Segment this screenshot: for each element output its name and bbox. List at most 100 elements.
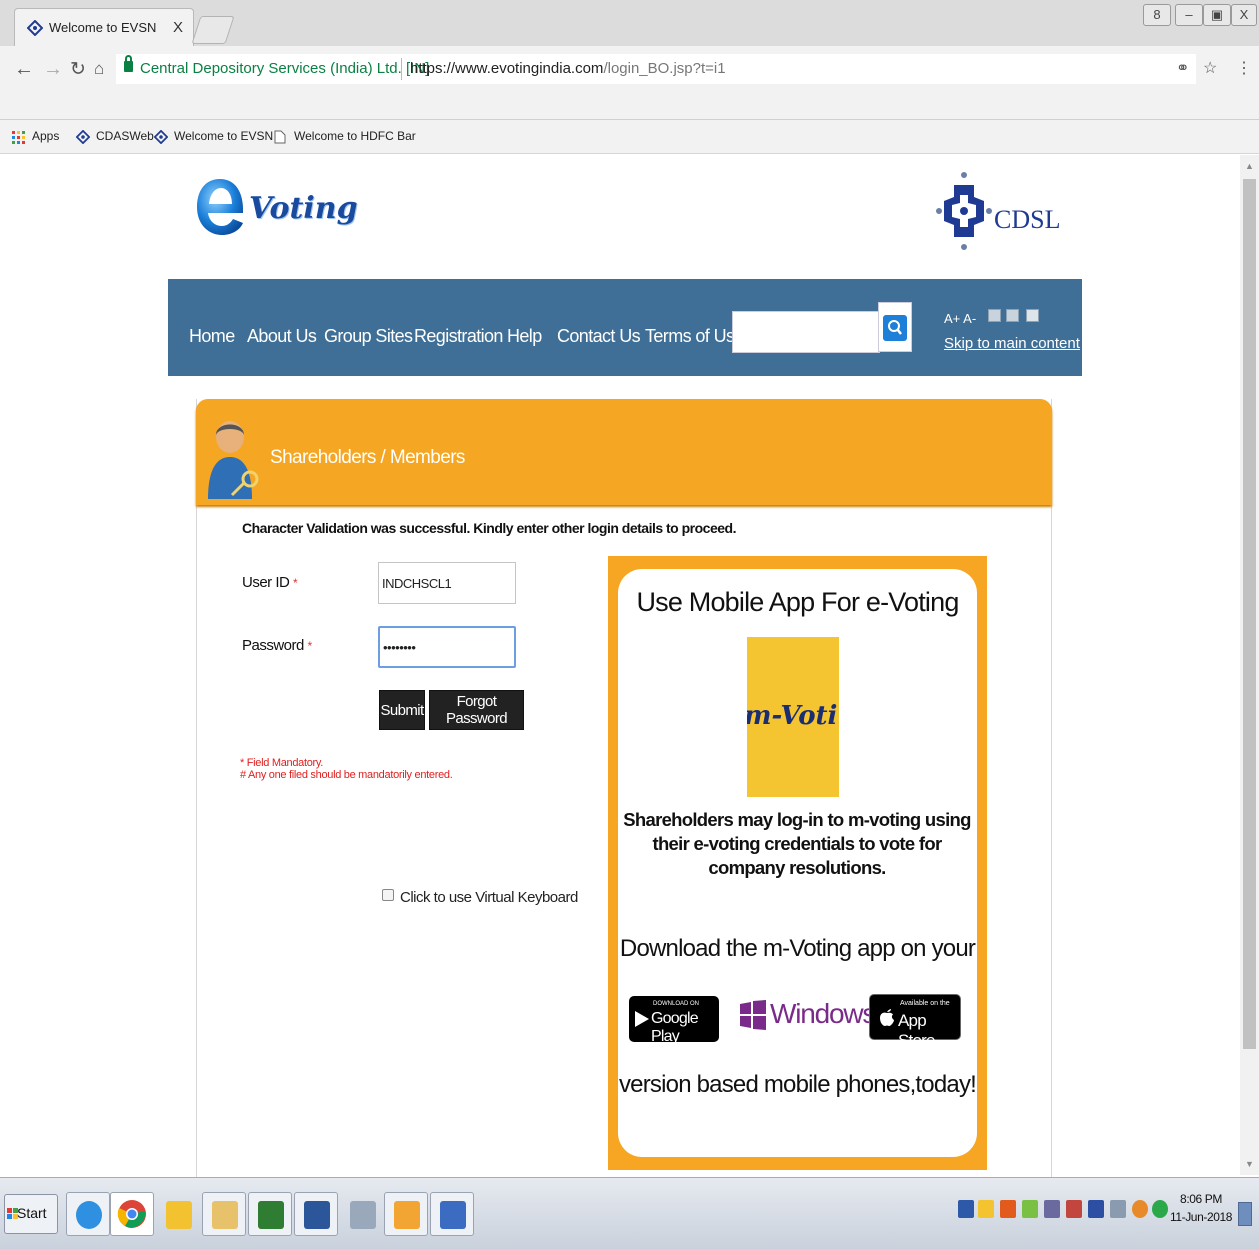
taskbar-remote-desktop-icon[interactable] <box>430 1192 474 1236</box>
taskbar-word-icon[interactable] <box>294 1192 338 1236</box>
reload-icon[interactable]: ↻ <box>70 58 86 81</box>
evoting-logo-text: Voting <box>249 191 358 226</box>
clock-date: 11-Jun-2018 <box>1169 1210 1233 1224</box>
cdsl-logo-text: CDSL <box>994 205 1061 234</box>
taskbar-excel-icon[interactable] <box>248 1192 292 1236</box>
taskbar-explorer-icon[interactable] <box>202 1192 246 1236</box>
bookmark-star-icon[interactable]: ☆ <box>1203 58 1217 78</box>
tray-sync-icon[interactable] <box>1044 1200 1060 1218</box>
bookmark-welcome-evsn[interactable]: Welcome to EVSN <box>174 129 273 143</box>
nav-registration[interactable]: Registration <box>414 326 503 347</box>
menu-dots-icon[interactable]: ⋮ <box>1236 58 1252 78</box>
google-play-badge[interactable]: DOWNLOAD ON Google Play <box>629 996 719 1045</box>
taskbar-app-icon[interactable] <box>156 1192 200 1236</box>
forward-arrow-icon[interactable]: → <box>43 58 63 81</box>
tray-network-icon[interactable] <box>1022 1200 1038 1218</box>
mvoting-logo-text: m-Voting <box>747 701 839 731</box>
browser-tab[interactable]: Welcome to EVSN X <box>14 8 194 46</box>
apps-grid-icon <box>12 131 25 144</box>
window-maximize-button[interactable]: ▣ <box>1203 4 1231 26</box>
site-search-input[interactable] <box>732 311 880 353</box>
required-marker: * <box>307 639 313 653</box>
os-taskbar: Start 8:06 PM 11-Jun-2018 <box>0 1177 1259 1249</box>
key-icon[interactable]: ⚭ <box>1176 58 1189 78</box>
taskbar-chrome-icon[interactable] <box>110 1192 154 1236</box>
mandatory-note-line: # Any one filed should be mandatorily en… <box>240 769 453 781</box>
tray-shield-icon[interactable] <box>958 1200 974 1218</box>
app-store-badge[interactable]: Available on the App Store <box>869 994 961 1050</box>
cdasweb-favicon-icon <box>76 130 90 144</box>
search-icon <box>888 320 902 335</box>
submit-button[interactable]: Submit <box>379 690 425 730</box>
panel-title: Shareholders / Members <box>270 447 465 468</box>
page-document-icon <box>274 130 286 144</box>
tray-mail-icon[interactable] <box>978 1200 994 1218</box>
mandatory-note-line: * Field Mandatory. <box>240 757 324 769</box>
mail-icon[interactable] <box>1026 309 1039 322</box>
app-store-text: App Store <box>898 1011 935 1050</box>
bookmark-apps[interactable]: Apps <box>32 129 59 143</box>
forgot-password-button[interactable]: Forgot Password <box>429 690 524 730</box>
site-search-button[interactable] <box>878 302 912 352</box>
password-input[interactable] <box>378 626 516 668</box>
google-play-text: Google Play <box>651 1010 699 1045</box>
window-user-button[interactable]: 8 <box>1143 4 1171 26</box>
back-arrow-icon[interactable]: ← <box>14 58 34 81</box>
app-store-small-text: Available on the <box>900 1000 950 1007</box>
print-icon[interactable] <box>1006 309 1019 322</box>
scroll-up-icon[interactable]: ▲ <box>1245 161 1254 171</box>
nav-contact-us[interactable]: Contact Us <box>557 326 641 347</box>
taskbar-calculator-icon[interactable] <box>340 1192 384 1236</box>
start-label: Start <box>17 1205 47 1221</box>
tab-title: Welcome to EVSN <box>49 20 157 35</box>
promo-download-text: Download the m-Voting app on your <box>619 935 976 962</box>
taskbar-ie-icon[interactable] <box>66 1192 110 1236</box>
taskbar-outlook-icon[interactable] <box>384 1192 428 1236</box>
window-minimize-button[interactable]: – <box>1175 4 1203 26</box>
login-panel-header: Shareholders / Members <box>196 399 1052 505</box>
scrollbar-thumb[interactable] <box>1243 179 1256 1049</box>
bookmark-cdasweb[interactable]: CDASWeb <box>96 129 154 143</box>
main-nav-bar: Home About Us Group Sites Registration H… <box>168 279 1082 376</box>
mvoting-app-logo[interactable]: m-Voting <box>747 637 839 797</box>
secure-lock-icon <box>124 55 133 72</box>
tray-device-icon[interactable] <box>1110 1200 1126 1218</box>
mandatory-note: * Field Mandatory. # Any one filed shoul… <box>240 757 453 781</box>
evsn-favicon-icon <box>154 130 168 144</box>
high-contrast-icon[interactable] <box>988 309 1001 322</box>
tray-update-icon[interactable] <box>1132 1200 1148 1218</box>
windows-text: Windows <box>770 998 876 1029</box>
nav-group-sites[interactable]: Group Sites <box>324 326 413 347</box>
show-desktop-button[interactable] <box>1238 1202 1252 1226</box>
nav-home[interactable]: Home <box>189 326 235 347</box>
scroll-down-icon[interactable]: ▼ <box>1245 1159 1254 1169</box>
address-bar[interactable]: Central Depository Services (India) Ltd.… <box>116 54 1196 84</box>
tray-security-icon[interactable] <box>1152 1200 1168 1218</box>
shareholder-avatar-icon <box>208 421 259 499</box>
start-button[interactable]: Start <box>4 1194 58 1234</box>
cdsl-emblem-icon <box>936 172 992 250</box>
user-id-input[interactable] <box>378 562 516 604</box>
new-tab-button[interactable] <box>191 16 235 44</box>
nav-help[interactable]: Help <box>507 326 542 347</box>
virtual-keyboard-label[interactable]: Click to use Virtual Keyboard <box>400 889 578 906</box>
bookmark-welcome-hdfc[interactable]: Welcome to HDFC Bar <box>294 129 416 143</box>
font-size-controls[interactable]: A+ A- <box>944 311 976 326</box>
promo-title: Use Mobile App For e-Voting <box>636 587 959 617</box>
tray-app-icon[interactable] <box>1000 1200 1016 1218</box>
browser-tab-strip: Welcome to EVSN X 8 – ▣ X <box>0 0 1259 46</box>
page-scrollbar[interactable]: ▲ ▼ <box>1240 155 1259 1175</box>
promo-description: Shareholders may log-in to m-voting usin… <box>623 809 971 878</box>
evsn-favicon-icon <box>27 20 43 36</box>
virtual-keyboard-checkbox[interactable] <box>382 889 394 901</box>
system-clock[interactable]: 8:06 PM 11-Jun-2018 <box>1168 1190 1234 1226</box>
nav-about-us[interactable]: About Us <box>247 326 317 347</box>
home-icon[interactable]: ⌂ <box>94 59 104 79</box>
tray-pdf-icon[interactable] <box>1066 1200 1082 1218</box>
tray-flag-icon[interactable] <box>1088 1200 1104 1218</box>
window-close-button[interactable]: X <box>1231 4 1257 26</box>
required-marker: * <box>293 576 298 590</box>
nav-terms-of-use[interactable]: Terms of Use <box>645 326 744 347</box>
skip-to-main-link[interactable]: Skip to main content <box>944 335 1080 352</box>
tab-close-icon[interactable]: X <box>173 19 183 36</box>
